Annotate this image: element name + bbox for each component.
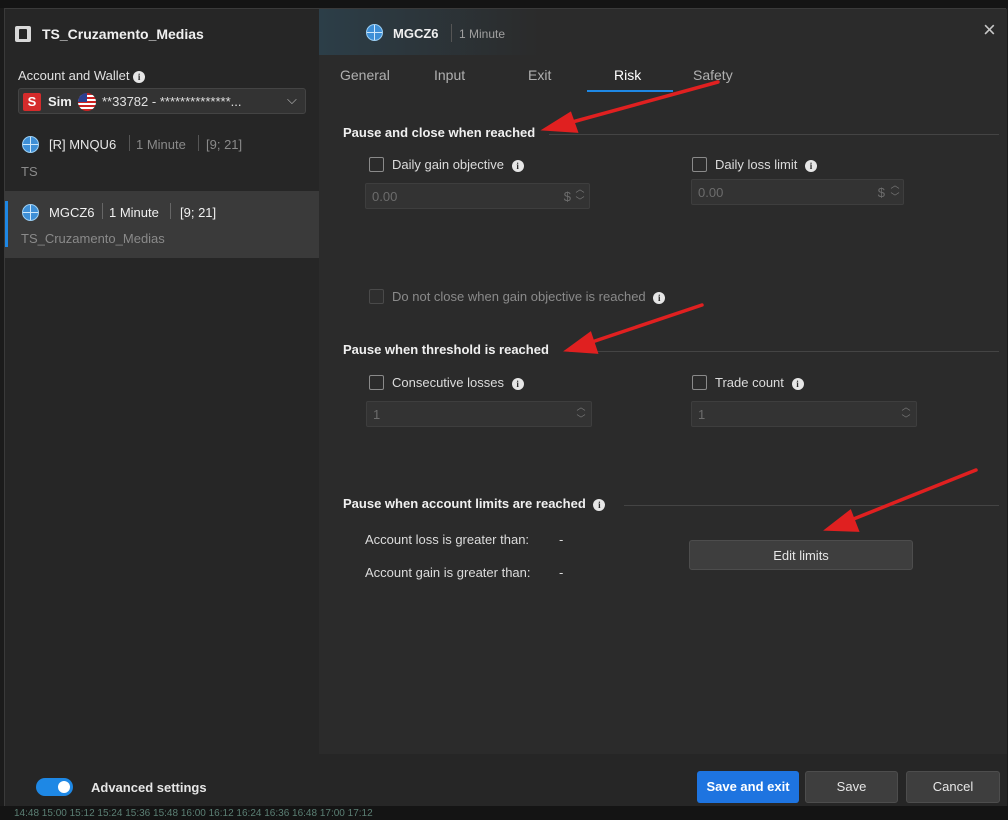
stepper-down-icon[interactable]: ﹀ <box>900 415 912 424</box>
divider <box>198 135 199 151</box>
stepper-up-icon[interactable]: ︿ <box>889 181 901 190</box>
strategy-symbol: [R] MNQU6 <box>49 137 117 152</box>
left-panel: TS_Cruzamento_Medias Account and Wallet … <box>5 9 319 815</box>
stepper-up-icon[interactable]: ︿ <box>574 185 586 194</box>
daily-loss-checkbox[interactable] <box>692 157 707 172</box>
stepper-up-icon[interactable]: ︿ <box>575 403 587 412</box>
divider <box>102 203 103 219</box>
divider <box>170 203 171 219</box>
account-loss-value: - <box>559 532 564 547</box>
section-title: Pause when threshold is reached <box>343 342 549 357</box>
info-icon: i <box>593 499 606 511</box>
background-time-axis: 14:48 15:00 15:12 15:24 15:36 15:48 16:0… <box>0 806 1008 820</box>
daily-gain-input[interactable]: 0.00 $ <box>365 183 590 209</box>
info-icon: i <box>511 378 524 390</box>
trade-count-label: Trade count i <box>715 375 804 390</box>
stepper-up-icon[interactable]: ︿ <box>900 403 912 412</box>
strategy-interval: 1 Minute <box>136 137 186 152</box>
account-number: **33782 - **************... <box>102 94 242 109</box>
trade-count-input[interactable]: 1 <box>691 401 917 427</box>
settings-pane: MGCZ6 1 Minute × General Input Exit Risk… <box>319 9 1007 754</box>
info-icon: i <box>653 292 666 304</box>
account-gain-label: Account gain is greater than: <box>365 565 531 580</box>
strategy-dialog: TS_Cruzamento_Medias Account and Wallet … <box>4 8 1007 815</box>
section-divider <box>549 134 999 135</box>
account-mode: Sim <box>48 94 72 109</box>
account-wallet-label: Account and Wallet i <box>18 68 146 83</box>
cancel-button[interactable]: Cancel <box>906 771 1000 803</box>
background-top-strip <box>0 0 1008 8</box>
active-tab-underline <box>587 90 673 92</box>
trade-count-checkbox[interactable] <box>692 375 707 390</box>
section-divider <box>624 505 999 506</box>
save-button[interactable]: Save <box>805 771 898 803</box>
daily-loss-label: Daily loss limit i <box>715 157 817 172</box>
do-not-close-label: Do not close when gain objective is reac… <box>392 289 666 304</box>
consecutive-losses-input[interactable]: 1 <box>366 401 592 427</box>
edit-limits-button[interactable]: Edit limits <box>689 540 913 570</box>
daily-loss-input[interactable]: 0.00 $ <box>691 179 904 205</box>
save-and-exit-button[interactable]: Save and exit <box>697 771 799 803</box>
chevron-down-icon: ⌵ <box>287 92 297 107</box>
strategy-symbol: MGCZ6 <box>49 205 95 220</box>
section-title: Pause and close when reached <box>343 125 536 140</box>
section-divider <box>569 351 999 352</box>
do-not-close-checkbox[interactable] <box>369 289 384 304</box>
stepper-down-icon[interactable]: ﹀ <box>574 197 586 206</box>
stepper-down-icon[interactable]: ﹀ <box>889 193 901 202</box>
info-icon: i <box>804 160 817 172</box>
tab-safety[interactable]: Safety <box>693 67 733 83</box>
strategy-name: TS <box>21 164 38 179</box>
strategy-params: [9; 21] <box>180 205 217 220</box>
currency-symbol: $ <box>877 185 885 200</box>
strategy-item-selected[interactable]: MGCZ6 1 Minute [9; 21] TS_Cruzamento_Med… <box>5 191 319 258</box>
info-icon: i <box>511 160 524 172</box>
selection-indicator <box>5 201 8 247</box>
tab-input[interactable]: Input <box>434 67 465 83</box>
consecutive-losses-label: Consecutive losses i <box>392 375 524 390</box>
strategy-name: TS_Cruzamento_Medias <box>21 231 165 246</box>
consecutive-losses-checkbox[interactable] <box>369 375 384 390</box>
header-symbol: MGCZ6 <box>393 26 439 41</box>
us-flag-icon <box>78 93 96 111</box>
advanced-settings-label: Advanced settings <box>91 780 207 795</box>
daily-gain-checkbox[interactable] <box>369 157 384 172</box>
globe-icon <box>366 24 383 41</box>
globe-icon <box>22 204 39 221</box>
info-icon: i <box>133 71 146 83</box>
tab-risk[interactable]: Risk <box>614 67 641 83</box>
stepper-down-icon[interactable]: ﹀ <box>575 415 587 424</box>
app-logo-icon <box>15 26 31 42</box>
account-gain-value: - <box>559 565 564 580</box>
info-icon: i <box>791 378 804 390</box>
close-icon[interactable]: × <box>983 19 996 41</box>
divider <box>129 135 130 151</box>
strategy-params: [9; 21] <box>206 137 243 152</box>
app-title: TS_Cruzamento_Medias <box>42 26 204 42</box>
strategy-interval: 1 Minute <box>109 205 159 220</box>
advanced-settings-toggle[interactable] <box>36 778 73 796</box>
divider <box>451 24 452 42</box>
currency-symbol: $ <box>563 189 571 204</box>
account-loss-label: Account loss is greater than: <box>365 532 530 547</box>
globe-icon <box>22 136 39 153</box>
account-select[interactable]: S Sim **33782 - **************... ⌵ <box>18 88 306 114</box>
daily-gain-label: Daily gain objective i <box>392 157 524 172</box>
sim-badge: S <box>23 93 41 111</box>
section-title: Pause when account limits are reached i <box>343 496 606 511</box>
tab-exit[interactable]: Exit <box>528 67 551 83</box>
tab-general[interactable]: General <box>340 67 390 83</box>
header-interval: 1 Minute <box>459 27 506 41</box>
strategy-item[interactable]: [R] MNQU6 1 Minute [9; 21] TS <box>5 127 319 191</box>
